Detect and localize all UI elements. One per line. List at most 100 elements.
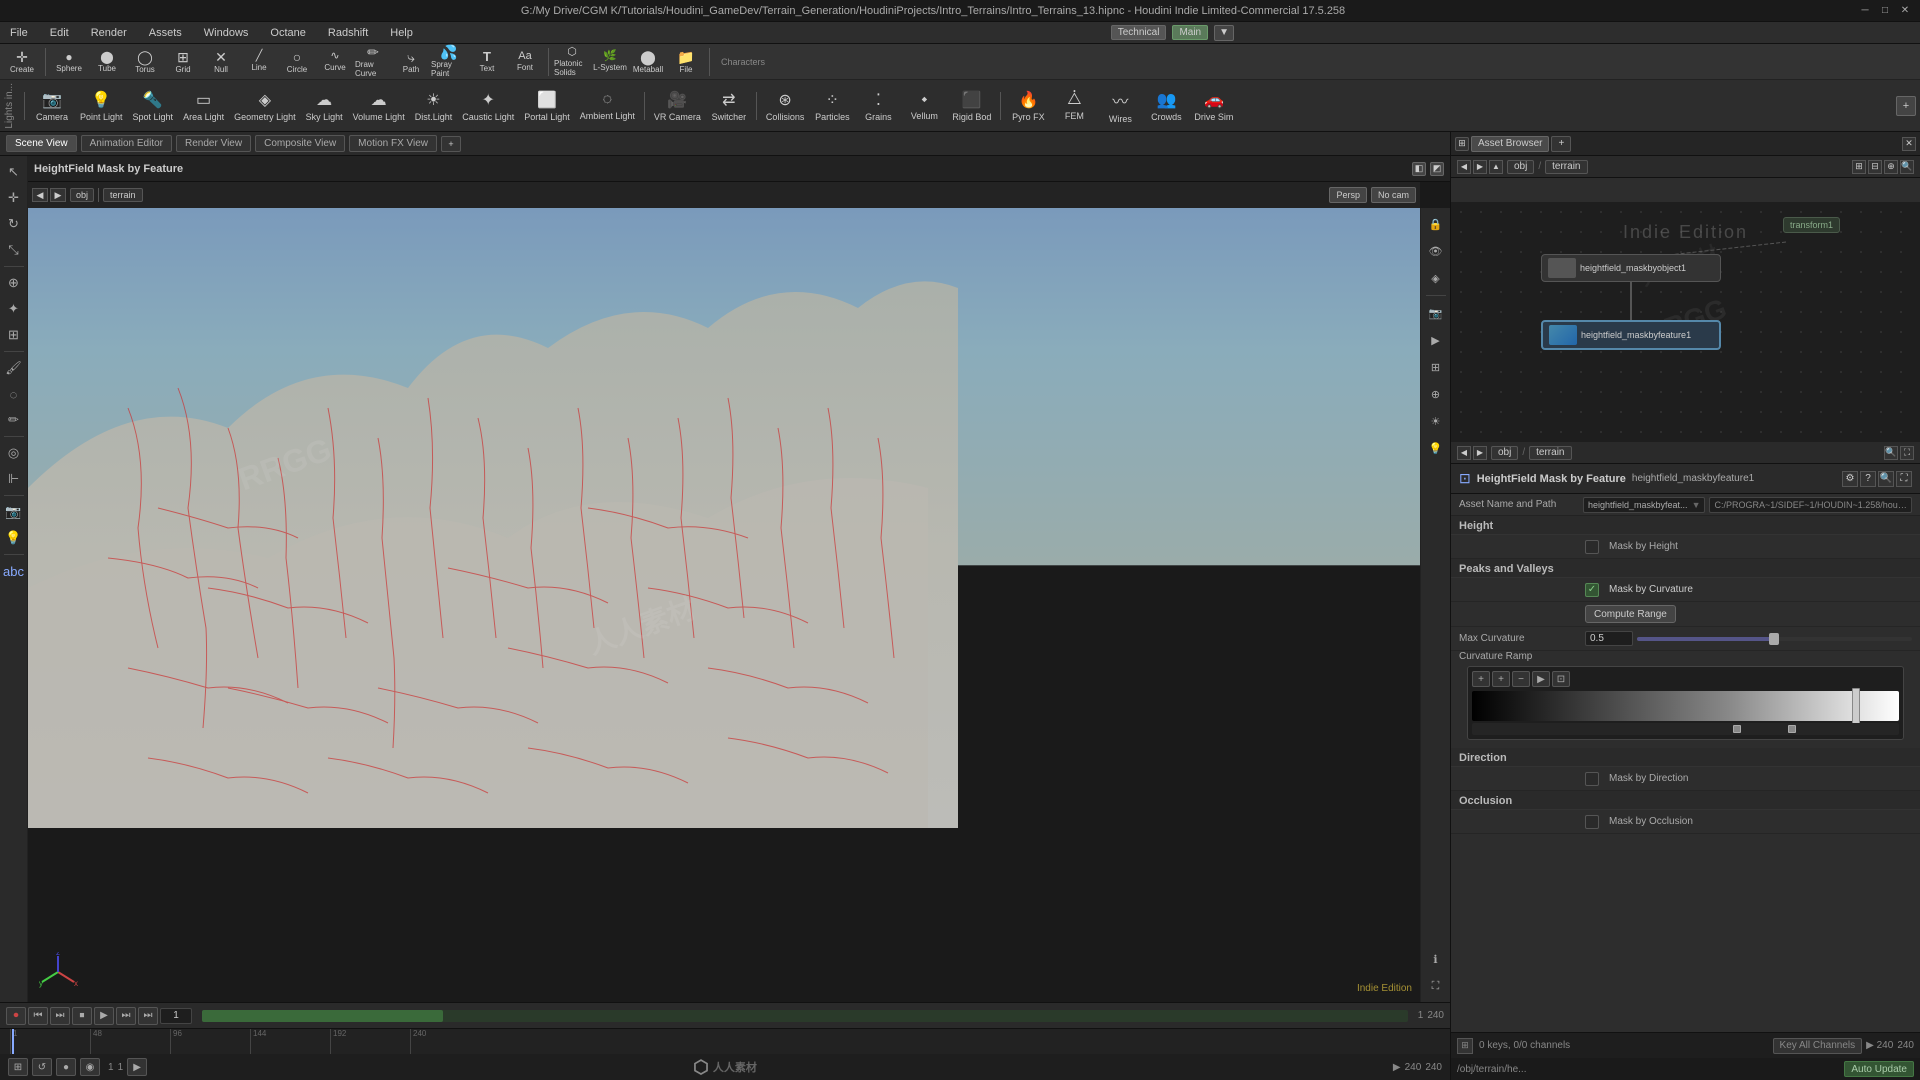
menu-radshift[interactable]: Radshift — [324, 25, 372, 41]
slider-max-curvature[interactable] — [1637, 637, 1912, 641]
create-tool-path[interactable]: ⤷ Path — [393, 46, 429, 78]
create-tool-draw-curve[interactable]: ✏ Draw Curve — [355, 46, 391, 78]
create-tool-sphere[interactable]: ● Sphere — [51, 46, 87, 78]
ng-search[interactable]: 🔍 — [1900, 160, 1914, 174]
btn-record[interactable]: ⏺ — [6, 1007, 26, 1025]
tool-bones[interactable]: ⊩ — [2, 467, 26, 491]
workspace-main[interactable]: Main — [1172, 25, 1208, 40]
create-tool-metaball[interactable]: ⬤ Metaball — [630, 46, 666, 78]
create-tool-null[interactable]: ✕ Null — [203, 46, 239, 78]
physics-vellum[interactable]: ⬩ Vellum — [902, 82, 946, 130]
checkbox-mask-direction[interactable] — [1585, 772, 1599, 786]
tool-snap[interactable]: ⊞ — [2, 323, 26, 347]
light-camera[interactable]: 📷 Camera — [30, 82, 74, 130]
create-tool-platonic[interactable]: ⬡ Platonic Solids — [554, 46, 590, 78]
light-volume[interactable]: ☁ Volume Light — [349, 82, 409, 130]
physics-rigidbod[interactable]: ⬛ Rigid Bod — [948, 82, 995, 130]
tool-move[interactable]: ✛ — [2, 186, 26, 210]
props-nav-back[interactable]: ◀ — [1457, 446, 1471, 460]
vp-icon-eye[interactable]: 👁 — [1424, 239, 1448, 263]
props-search[interactable]: 🔍 — [1884, 446, 1898, 460]
viewport-persp[interactable]: Persp — [1329, 187, 1367, 203]
light-geometry[interactable]: ◈ Geometry Light — [230, 82, 300, 130]
light-switcher[interactable]: ⇄ Switcher — [707, 82, 751, 130]
props-search2[interactable]: 🔍 — [1878, 471, 1894, 487]
btn-fwd[interactable]: ⏭ — [138, 1007, 158, 1025]
minimize-button[interactable]: ─ — [1858, 4, 1872, 18]
vp-icon-grid[interactable]: ⊞ — [1424, 355, 1448, 379]
menu-octane[interactable]: Octane — [266, 25, 309, 41]
node-transform1[interactable]: transform1 — [1783, 217, 1840, 233]
btn-stepfwd[interactable]: ⏭ — [116, 1007, 136, 1025]
vp-icon-render[interactable]: ▶ — [1424, 328, 1448, 352]
ng-nav-up[interactable]: ▲ — [1489, 160, 1503, 174]
ramp-handle-bottom1[interactable] — [1733, 725, 1741, 733]
ng-btn2[interactable]: ⊟ — [1868, 160, 1882, 174]
viewport-camera[interactable]: No cam — [1371, 187, 1416, 203]
tool-abc[interactable]: abc — [2, 559, 26, 583]
btn-stepback[interactable]: ⏭ — [50, 1007, 70, 1025]
vp-icon-light[interactable]: 💡 — [1424, 436, 1448, 460]
physics-fem[interactable]: ⧊ FEM — [1052, 82, 1096, 130]
light-dist[interactable]: ☀ Dist.Light — [411, 82, 457, 130]
timeline-range-bar[interactable] — [202, 1010, 1408, 1022]
menu-render[interactable]: Render — [87, 25, 131, 41]
panel-tab-add[interactable]: + — [1551, 136, 1571, 152]
close-button[interactable]: ✕ — [1898, 4, 1912, 18]
ramp-btn-settings[interactable]: ⊡ — [1552, 671, 1570, 687]
panel-close[interactable]: ✕ — [1902, 137, 1916, 151]
vp-icon-lock[interactable]: 🔒 — [1424, 212, 1448, 236]
physics-grains[interactable]: ⁚ Grains — [856, 82, 900, 130]
tool-light[interactable]: 💡 — [2, 526, 26, 550]
status-btn1[interactable]: ⊞ — [8, 1058, 28, 1076]
ramp-bottom-track[interactable] — [1472, 723, 1899, 735]
menu-file[interactable]: File — [6, 25, 32, 41]
tab-animation-editor[interactable]: Animation Editor — [81, 135, 172, 152]
ng-path-terrain[interactable]: terrain — [1545, 160, 1587, 174]
light-vrcam[interactable]: 🎥 VR Camera — [650, 82, 705, 130]
menu-help[interactable]: Help — [386, 25, 417, 41]
input-max-curvature[interactable] — [1585, 631, 1633, 646]
props-path-obj[interactable]: obj — [1491, 446, 1518, 460]
vp-icon-display[interactable]: ◈ — [1424, 266, 1448, 290]
btn-rewind[interactable]: ⏮ — [28, 1007, 48, 1025]
ng-nav-back[interactable]: ◀ — [1457, 160, 1471, 174]
ramp-handle-right[interactable] — [1852, 688, 1860, 724]
vp-icon-fullscreen[interactable]: ⛶ — [1424, 974, 1448, 998]
tool-magnet[interactable]: ◎ — [2, 441, 26, 465]
menu-edit[interactable]: Edit — [46, 25, 73, 41]
physics-particles[interactable]: ⁘ Particles — [810, 82, 854, 130]
light-sky[interactable]: ☁ Sky Light — [302, 82, 347, 130]
tab-scene-view[interactable]: Scene View — [6, 135, 77, 152]
create-tool-grid[interactable]: ⊞ Grid — [165, 46, 201, 78]
light-point[interactable]: 💡 Point Light — [76, 82, 127, 130]
ng-btn3[interactable]: ⊕ — [1884, 160, 1898, 174]
vp-icon-info[interactable]: ℹ — [1424, 947, 1448, 971]
btn-stop[interactable]: ⏹ — [72, 1007, 92, 1025]
props-gear[interactable]: ⚙ — [1842, 471, 1858, 487]
play-btn2[interactable]: ▶ — [127, 1058, 147, 1076]
ramp-btn-expand[interactable]: ▶ — [1532, 671, 1550, 687]
right-status-icon[interactable]: ⊞ — [1457, 1038, 1473, 1054]
checkbox-mask-curvature[interactable]: ✓ — [1585, 583, 1599, 597]
node-maskbyobject[interactable]: heightfield_maskbyobject1 — [1541, 254, 1721, 282]
checkbox-mask-height[interactable] — [1585, 540, 1599, 554]
ramp-gradient[interactable] — [1472, 691, 1899, 721]
physics-wires[interactable]: 〰 Wires — [1098, 82, 1142, 130]
current-frame[interactable]: 1 — [160, 1008, 192, 1024]
props-asset-name[interactable]: heightfield_maskbyfeat... ▼ — [1583, 497, 1705, 513]
light-ambient[interactable]: ◌ Ambient Light — [576, 82, 639, 130]
viewport-terrain-path[interactable]: terrain — [103, 188, 143, 202]
tool-camera[interactable]: 📷 — [2, 500, 26, 524]
create-tool-font[interactable]: Aa Font — [507, 46, 543, 78]
tool-brush[interactable]: ◌ — [2, 382, 26, 406]
viewport-3d[interactable]: HeightField Mask by Feature ◧ ◩ ◀ ▶ obj … — [28, 156, 1450, 1002]
viewport-nav-forward[interactable]: ▶ — [50, 188, 66, 202]
physics-crowds[interactable]: 👥 Crowds — [1144, 82, 1188, 130]
ramp-handle-bottom2[interactable] — [1788, 725, 1796, 733]
create-tool-circle[interactable]: ○ Circle — [279, 46, 315, 78]
tool-handle[interactable]: ⊕ — [2, 271, 26, 295]
props-nav-fwd[interactable]: ▶ — [1473, 446, 1487, 460]
toolbar-overflow[interactable]: + — [1896, 96, 1916, 116]
light-spot[interactable]: 🔦 Spot Light — [129, 82, 178, 130]
